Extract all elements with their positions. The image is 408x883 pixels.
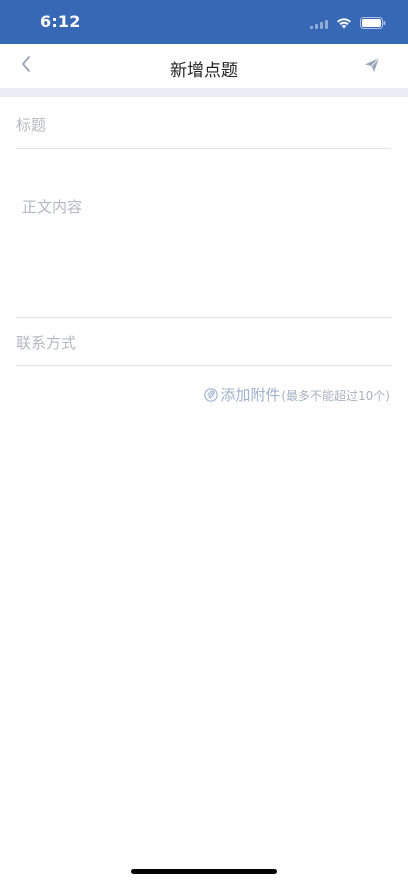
attachment-label: 添加附件 [220, 386, 281, 404]
status-bar: 6:12 [0, 0, 408, 44]
status-icons [310, 14, 386, 33]
navigation-bar: 新增点题 [0, 44, 408, 88]
signal-icon [310, 14, 328, 33]
battery-icon [360, 14, 386, 33]
content-divider [16, 317, 391, 318]
home-indicator [131, 869, 277, 874]
title-divider [16, 148, 391, 149]
status-time: 6:12 [40, 12, 81, 31]
contact-input[interactable] [16, 332, 391, 354]
page-title: 新增点题 [170, 61, 238, 81]
section-separator [0, 88, 408, 97]
contact-divider [16, 365, 391, 366]
wifi-icon [336, 14, 352, 33]
submit-button[interactable] [362, 57, 382, 77]
title-input[interactable] [16, 114, 391, 136]
add-attachment-button[interactable]: 添加附件 (最多不能超过10个) [204, 384, 390, 405]
paper-plane-icon [364, 57, 380, 77]
content-textarea[interactable] [22, 196, 391, 306]
paperclip-icon [204, 387, 219, 402]
attachment-hint: (最多不能超过10个) [281, 389, 390, 403]
